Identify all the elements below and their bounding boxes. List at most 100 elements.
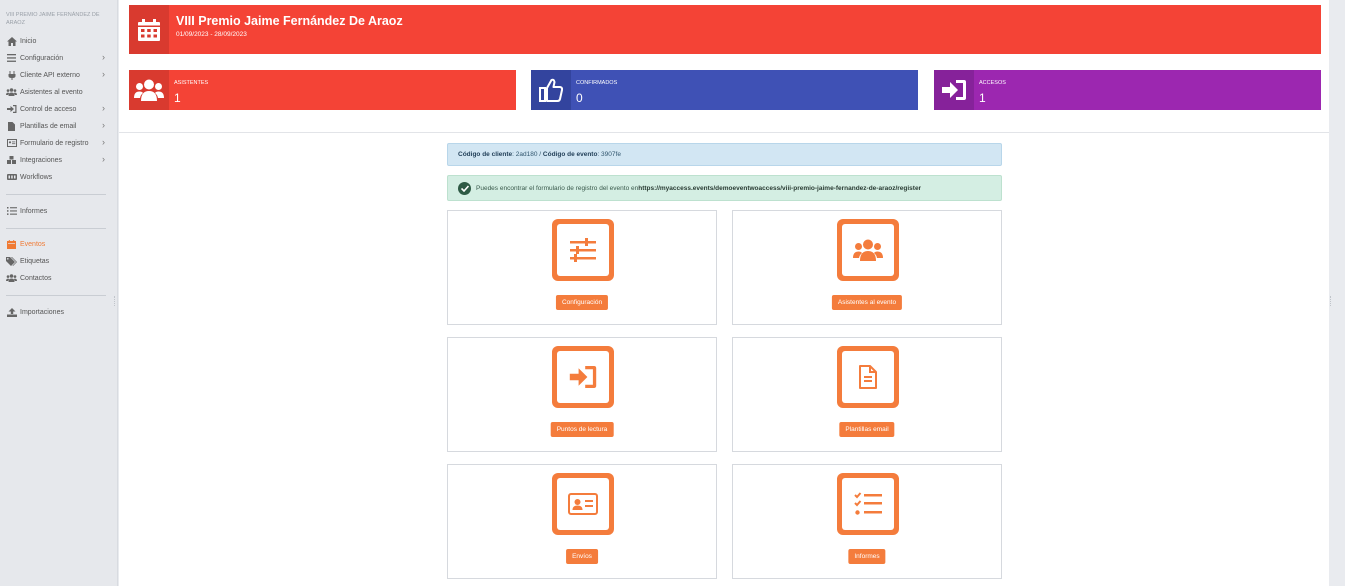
chevron-right-icon: › [102, 120, 105, 130]
stat-value: 1 [979, 91, 986, 105]
sidebar-item-label: Asistentes al evento [20, 88, 83, 96]
info-alert: Código de cliente: 2ad180 / Código de ev… [447, 143, 1002, 166]
stat-label: CONFIRMADOS [576, 80, 618, 86]
card-plantillas-email[interactable]: Plantillas email [732, 337, 1002, 452]
sidebar-item-importaciones[interactable]: Importaciones [6, 305, 110, 319]
stat-accesos: ACCESOS 1 [934, 70, 1321, 110]
stat-label: ACCESOS [979, 80, 1006, 86]
list-icon [6, 207, 17, 216]
sidebar-item-label: Cliente API externo [20, 71, 80, 79]
sliders-icon [552, 219, 614, 281]
client-code-label: Código de cliente [458, 151, 513, 158]
sidebar-item-informes[interactable]: Informes [6, 204, 110, 218]
chevron-right-icon: › [102, 154, 105, 164]
workflow-icon [6, 173, 17, 182]
id-card-icon [6, 139, 17, 148]
cubes-icon [6, 156, 17, 165]
home-icon [6, 36, 17, 46]
card-asistentes[interactable]: Asistentes al evento [732, 210, 1002, 325]
success-alert: Puedes encontrar el formulario de regist… [447, 175, 1002, 201]
sidebar-item-label: Plantillas de email [20, 122, 77, 130]
sidebar-item-contactos[interactable]: Contactos [6, 271, 110, 285]
sidebar-item-label: Importaciones [20, 308, 64, 316]
register-url-link[interactable]: https://myaccess.events/demoeventwoacces… [638, 185, 921, 192]
sidebar-item-workflows[interactable]: Workflows [6, 170, 110, 184]
plug-icon [6, 70, 17, 80]
upload-icon [6, 307, 17, 317]
sign-in-icon [6, 105, 17, 114]
file-icon [837, 346, 899, 408]
sidebar-item-asistentes[interactable]: Asistentes al evento [6, 85, 110, 99]
sidebar-item-etiquetas[interactable]: Etiquetas [6, 254, 110, 268]
stat-confirmados: CONFIRMADOS 0 [531, 70, 918, 110]
client-code-value: : 2ad180 / [512, 151, 543, 158]
sidebar-divider [6, 295, 106, 296]
page-title: VIII Premio Jaime Fernández De Araoz [176, 14, 403, 28]
chevron-right-icon: › [102, 52, 105, 62]
main-content: VIII Premio Jaime Fernández De Araoz 01/… [119, 0, 1329, 586]
card-configuracion[interactable]: Configuración [447, 210, 717, 325]
sign-in-icon [934, 70, 974, 110]
users-icon [6, 274, 17, 283]
sidebar-item-inicio[interactable]: Inicio [6, 34, 110, 48]
users-icon [837, 219, 899, 281]
sidebar-item-label: Workflows [20, 173, 53, 181]
stat-asistentes: ASISTENTES 1 [129, 70, 516, 110]
right-resize-handle[interactable] [1330, 296, 1333, 306]
stat-value: 1 [174, 91, 181, 105]
thumbs-up-icon [531, 70, 571, 110]
sidebar-item-label: Configuración [20, 54, 64, 62]
informes-button[interactable]: Informes [848, 549, 886, 564]
chevron-right-icon: › [102, 69, 105, 79]
event-dates: 01/09/2023 - 28/09/2023 [176, 31, 247, 38]
event-code-value: : 3907fe [597, 151, 621, 158]
sidebar-event-title: VIII PREMIO JAIME FERNÁNDEZ DE ARAOZ [6, 12, 100, 26]
event-header: VIII Premio Jaime Fernández De Araoz 01/… [129, 5, 1321, 54]
sidebar-item-label: Eventos [20, 240, 46, 248]
file-icon [6, 121, 17, 131]
divider [119, 132, 1329, 133]
stat-label: ASISTENTES [174, 80, 209, 86]
success-text: Puedes encontrar el formulario de regist… [476, 184, 639, 192]
users-icon [6, 88, 17, 97]
sidebar-item-integraciones[interactable]: Integraciones › [6, 153, 110, 167]
sidebar-item-label: Control de acceso [20, 105, 77, 113]
sidebar-item-label: Informes [20, 207, 48, 215]
check-circle-icon [458, 181, 471, 195]
checklist-icon [837, 473, 899, 535]
stat-value: 0 [576, 91, 583, 105]
plantillas-email-button[interactable]: Plantillas email [839, 422, 895, 437]
sidebar-divider [6, 194, 106, 195]
calendar-icon [6, 239, 17, 249]
chevron-right-icon: › [102, 137, 105, 147]
configuracion-button[interactable]: Configuración [555, 295, 609, 310]
card-envios[interactable]: Envíos [447, 464, 717, 579]
id-card-icon [552, 473, 614, 535]
sidebar-divider [6, 228, 106, 229]
chevron-right-icon: › [102, 103, 105, 113]
card-puntos-lectura[interactable]: Puntos de lectura [447, 337, 717, 452]
sign-in-icon [552, 346, 614, 408]
users-icon [129, 70, 169, 110]
event-code-label: Código de evento [542, 151, 598, 158]
sidebar-item-control-acceso[interactable]: Control de acceso › [6, 102, 110, 116]
calendar-icon [129, 5, 169, 54]
menu-icon [6, 54, 17, 63]
sidebar: VIII PREMIO JAIME FERNÁNDEZ DE ARAOZ Ini… [0, 0, 118, 586]
puntos-lectura-button[interactable]: Puntos de lectura [550, 422, 614, 437]
sidebar-resize-handle[interactable] [114, 296, 117, 306]
sidebar-item-formulario[interactable]: Formulario de registro › [6, 136, 110, 150]
sidebar-item-eventos[interactable]: Eventos [6, 237, 110, 251]
sidebar-item-label: Contactos [20, 274, 52, 282]
sidebar-item-plantillas[interactable]: Plantillas de email › [6, 119, 110, 133]
asistentes-button[interactable]: Asistentes al evento [831, 295, 903, 310]
sidebar-item-label: Inicio [20, 37, 37, 45]
sidebar-item-label: Etiquetas [20, 257, 50, 265]
envios-button[interactable]: Envíos [566, 549, 598, 564]
sidebar-item-cliente-api[interactable]: Cliente API externo › [6, 68, 110, 82]
sidebar-item-label: Formulario de registro [20, 139, 89, 147]
card-informes[interactable]: Informes [732, 464, 1002, 579]
sidebar-item-label: Integraciones [20, 156, 63, 164]
tags-icon [6, 256, 17, 266]
sidebar-item-configuracion[interactable]: Configuración › [6, 51, 110, 65]
